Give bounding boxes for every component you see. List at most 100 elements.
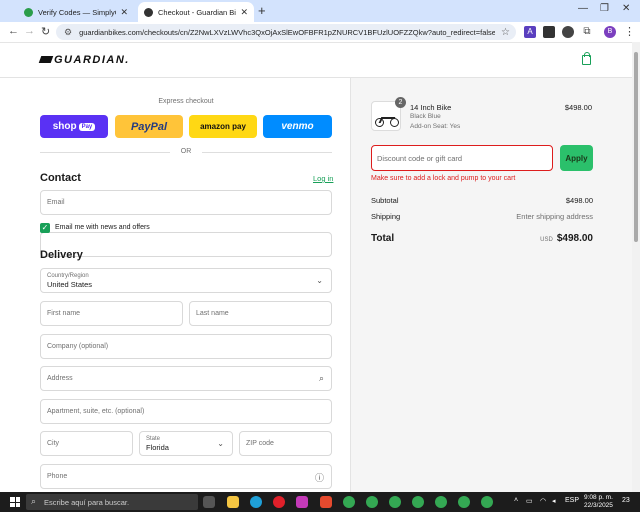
phone-field[interactable]: Phone ⓘ xyxy=(40,464,332,489)
close-window-icon[interactable]: ✕ xyxy=(622,3,630,14)
product-variant: Black Blue xyxy=(410,113,441,120)
close-tab-icon[interactable]: ✕ xyxy=(120,7,128,18)
close-tab-icon[interactable]: ✕ xyxy=(240,7,248,18)
quantity-badge: 2 xyxy=(395,97,406,108)
city-field[interactable]: City xyxy=(40,431,133,456)
browser-tab-simplycodes[interactable]: Verify Codes — SimplyCodes ✕ xyxy=(18,2,134,22)
subtotal-label: Subtotal xyxy=(371,196,399,205)
product-addon: Add-on Seat: Yes xyxy=(410,123,461,130)
shop-pay-pill: Pay xyxy=(78,122,96,131)
venmo-button[interactable]: venmo xyxy=(263,115,332,138)
extension-card-icon[interactable] xyxy=(543,26,555,38)
shipping-value: Enter shipping address xyxy=(516,212,593,221)
scrollbar-thumb[interactable] xyxy=(634,52,638,242)
address-field[interactable]: Address ⌕ xyxy=(40,366,332,391)
shop-pay-button[interactable]: shop Pay xyxy=(40,115,108,138)
extension-a-icon[interactable]: A xyxy=(524,26,536,38)
delivery-heading: Delivery xyxy=(40,249,83,261)
app-icon[interactable] xyxy=(320,496,332,508)
browser-menu-icon[interactable]: ⋮ xyxy=(624,25,635,38)
chrome-icon[interactable] xyxy=(412,496,424,508)
email-field[interactable]: Email xyxy=(40,190,332,215)
minimize-icon[interactable]: — xyxy=(578,3,588,14)
chrome-icon[interactable] xyxy=(481,496,493,508)
subtotal-value: $498.00 xyxy=(565,196,593,205)
back-icon[interactable]: ← xyxy=(8,25,19,37)
email-placeholder: Email xyxy=(47,199,65,206)
zip-placeholder: ZIP code xyxy=(246,440,274,447)
total-currency: USD xyxy=(540,237,553,243)
app-icon[interactable] xyxy=(296,496,308,508)
maximize-icon[interactable]: ❐ xyxy=(600,3,609,14)
url-text: guardianbikes.com/checkouts/cn/Z2NwLXVzL… xyxy=(79,27,496,37)
reload-icon[interactable]: ↻ xyxy=(41,25,50,38)
state-label: State xyxy=(146,435,161,442)
amazon-pay-button[interactable]: amazon pay xyxy=(189,115,257,138)
chrome-icon[interactable] xyxy=(343,496,355,508)
tray-chevron-icon[interactable]: ˄ xyxy=(514,497,518,504)
apartment-field[interactable]: Apartment, suite, etc. (optional) xyxy=(40,399,332,424)
product-price: $498.00 xyxy=(564,103,592,112)
address-bar[interactable]: ⚙ guardianbikes.com/checkouts/cn/Z2NwLXV… xyxy=(56,24,516,40)
opera-icon[interactable] xyxy=(273,496,285,508)
search-icon: ⌕ xyxy=(31,496,37,506)
bike-image xyxy=(375,114,399,127)
chevron-down-icon: ⌄ xyxy=(217,439,224,448)
extensions-puzzle-icon[interactable]: ⧉ xyxy=(581,26,593,38)
shipping-row: Shipping Enter shipping address xyxy=(371,212,593,221)
volume-icon[interactable]: ◂ xyxy=(552,497,556,505)
chrome-icon[interactable] xyxy=(435,496,447,508)
first-name-field[interactable]: First name xyxy=(40,301,183,326)
taskbar-search-placeholder: Escribe aquí para buscar. xyxy=(44,497,130,507)
login-link[interactable]: Log in xyxy=(313,174,333,183)
edge-icon[interactable] xyxy=(250,496,262,508)
taskbar-clock[interactable]: 9:08 p. m. 22/3/2025 xyxy=(584,494,613,510)
discount-code-input[interactable]: Discount code or gift card xyxy=(371,145,553,171)
country-select[interactable]: Country/Region United States ⌄ xyxy=(40,268,332,293)
apartment-placeholder: Apartment, suite, etc. (optional) xyxy=(47,408,145,415)
guardian-logo[interactable]: GUARDIAN. xyxy=(40,54,130,66)
task-view-icon[interactable] xyxy=(203,496,215,508)
phone-placeholder: Phone xyxy=(47,473,68,480)
clock-time: 9:08 p. m. xyxy=(584,494,613,501)
wifi-icon[interactable]: ◠ xyxy=(540,497,546,505)
bookmark-star-icon[interactable]: ☆ xyxy=(501,27,510,38)
simplycodes-favicon-icon xyxy=(24,7,33,17)
shop-pay-text: shop xyxy=(52,121,77,132)
zip-field[interactable]: ZIP code xyxy=(239,431,332,456)
guardian-favicon-icon xyxy=(144,7,153,17)
page-scrollbar[interactable] xyxy=(632,42,640,492)
site-info-icon[interactable]: ⚙ xyxy=(64,27,72,38)
chrome-icon[interactable] xyxy=(458,496,470,508)
paypal-button[interactable]: PayPal xyxy=(115,115,183,138)
company-field[interactable]: Company (optional) xyxy=(40,334,332,359)
last-name-field[interactable]: Last name xyxy=(189,301,332,326)
chevron-down-icon: ⌄ xyxy=(316,276,323,285)
language-indicator[interactable]: ESP xyxy=(565,497,579,504)
express-checkout-label: Express checkout xyxy=(158,98,214,105)
help-icon[interactable]: ⓘ xyxy=(315,471,324,484)
taskbar-search[interactable]: ⌕ Escribe aquí para buscar. xyxy=(26,494,198,510)
shopping-bag-icon[interactable] xyxy=(582,52,591,65)
newsletter-label: Email me with news and offers xyxy=(55,224,150,231)
or-label: OR xyxy=(180,148,192,155)
contact-heading: Contact xyxy=(40,172,81,184)
browser-tab-checkout[interactable]: Checkout - Guardian Bikes® ✕ xyxy=(138,2,254,22)
extension-robot-icon[interactable] xyxy=(562,26,574,38)
new-tab-icon[interactable]: + xyxy=(258,3,266,18)
file-explorer-icon[interactable] xyxy=(227,496,239,508)
chrome-icon[interactable] xyxy=(366,496,378,508)
profile-avatar[interactable]: B xyxy=(604,26,616,38)
state-select[interactable]: State Florida ⌄ xyxy=(139,431,233,456)
discount-placeholder: Discount code or gift card xyxy=(377,153,463,163)
checkout-form: Express checkout shop Pay PayPal amazon … xyxy=(0,78,350,492)
windows-start-icon[interactable] xyxy=(10,497,20,507)
notification-badge[interactable]: 23 xyxy=(622,497,630,504)
apply-button[interactable]: Apply xyxy=(560,145,593,171)
email-field[interactable] xyxy=(40,232,332,257)
order-summary: 2 14 Inch Bike Black Blue Add-on Seat: Y… xyxy=(350,78,640,492)
forward-icon[interactable]: → xyxy=(24,25,35,37)
tray-app-icon[interactable]: ▭ xyxy=(526,497,533,505)
newsletter-checkbox[interactable]: ✓ xyxy=(40,223,50,233)
chrome-icon[interactable] xyxy=(389,496,401,508)
